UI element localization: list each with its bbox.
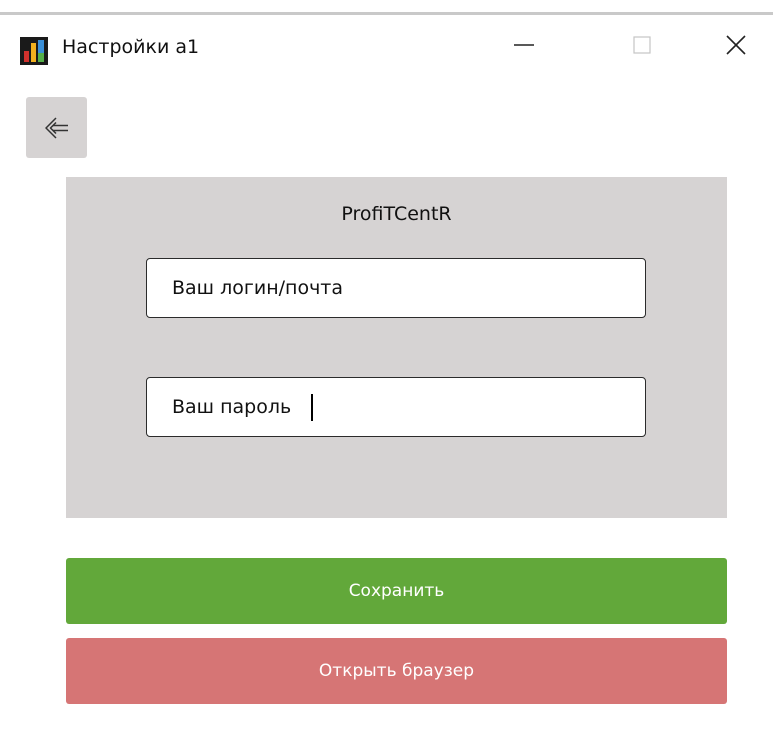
minimize-icon xyxy=(514,44,534,46)
back-button[interactable] xyxy=(26,97,87,158)
bar-chart-app-icon xyxy=(20,37,48,65)
back-arrow-icon xyxy=(44,116,68,139)
title-bar: Настройки a1 xyxy=(0,15,773,75)
window-title: Настройки a1 xyxy=(62,36,200,58)
close-icon xyxy=(726,35,746,55)
maximize-button[interactable] xyxy=(622,30,662,60)
open-browser-button[interactable]: Открыть браузер xyxy=(66,638,727,704)
password-input[interactable] xyxy=(146,377,646,437)
save-button[interactable]: Сохранить xyxy=(66,558,727,624)
panel-title: ProfiTCentR xyxy=(341,203,452,225)
text-caret xyxy=(311,394,313,421)
minimize-button[interactable] xyxy=(504,30,544,60)
close-button[interactable] xyxy=(716,30,756,60)
credentials-panel: ProfiTCentR xyxy=(66,177,727,518)
login-input[interactable] xyxy=(146,258,646,318)
maximize-icon xyxy=(633,36,651,54)
